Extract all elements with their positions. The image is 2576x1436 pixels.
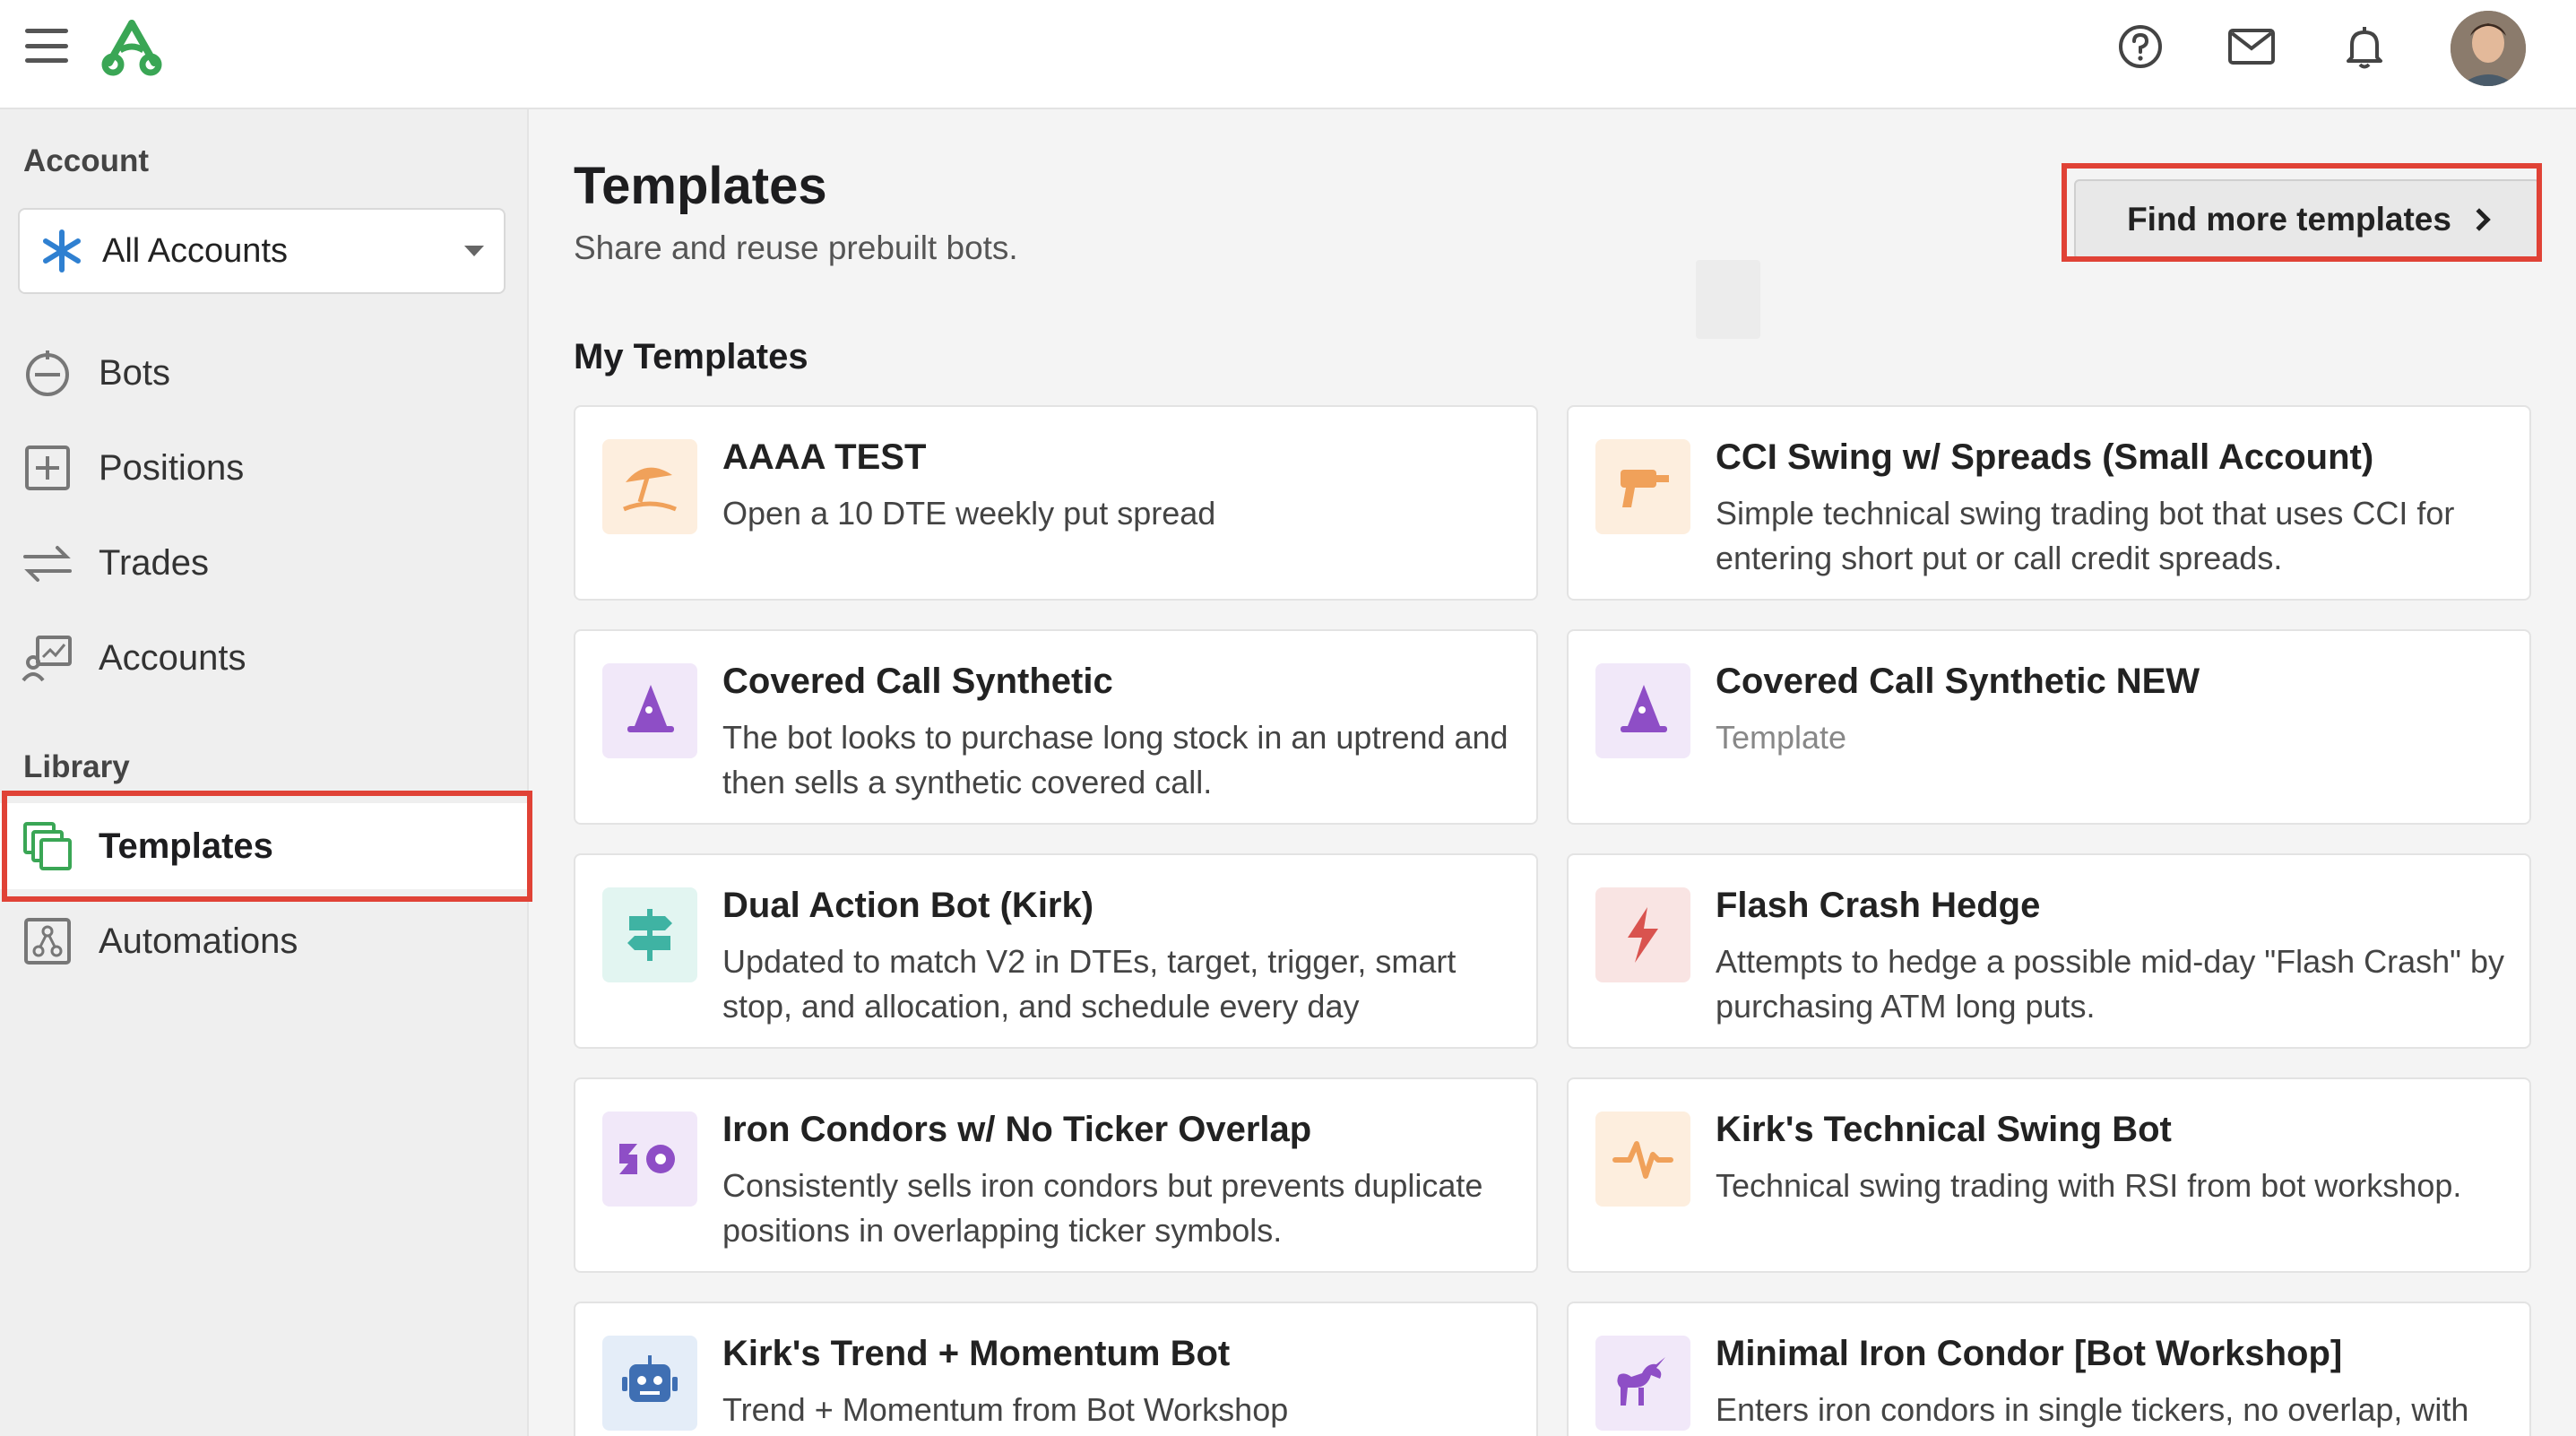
template-description: Updated to match V2 in DTEs, target, tri… [722, 943, 1457, 1025]
template-card[interactable]: Covered Call Synthetic NEW Template [1567, 629, 2531, 825]
pulse-icon [1595, 1112, 1690, 1207]
chevron-right-icon [2468, 208, 2491, 231]
sidebar-item-accounts[interactable]: Accounts [0, 615, 529, 701]
template-card[interactable]: Minimal Iron Condor [Bot Workshop] Enter… [1567, 1302, 2531, 1436]
sidebar-item-label: Accounts [99, 637, 246, 678]
exchange-arrows-icon [23, 546, 72, 582]
template-title: Iron Condors w/ No Ticker Overlap [722, 1110, 1312, 1149]
template-card[interactable]: Dual Action Bot (Kirk) Updated to match … [574, 853, 1538, 1049]
sidebar-item-label: Trades [99, 542, 210, 583]
asterisk-icon [43, 229, 81, 272]
template-card[interactable]: Flash Crash Hedge Attempts to hedge a po… [1567, 853, 2531, 1049]
wizard-hat-icon [1595, 663, 1690, 758]
automation-icon [24, 918, 71, 965]
bell-icon[interactable] [2339, 22, 2390, 72]
template-description: Template [1716, 719, 1847, 756]
template-card[interactable]: Iron Condors w/ No Ticker Overlap Consis… [574, 1077, 1538, 1273]
template-card[interactable]: AAAA TEST Open a 10 DTE weekly put sprea… [574, 405, 1538, 601]
lightning-icon [1595, 887, 1690, 982]
page-subtitle: Share and reuse prebuilt bots. [574, 229, 1018, 266]
template-title: Flash Crash Hedge [1716, 886, 2041, 925]
template-title: CCI Swing w/ Spreads (Small Account) [1716, 437, 2374, 477]
sidebar-item-label: Templates [99, 826, 273, 866]
template-description: Open a 10 DTE weekly put spread [722, 495, 1216, 532]
template-description: Attempts to hedge a possible mid-day "Fl… [1716, 943, 2504, 1025]
template-card[interactable]: Kirk's Technical Swing Bot Technical swi… [1567, 1077, 2531, 1273]
template-card[interactable]: Covered Call Synthetic The bot looks to … [574, 629, 1538, 825]
main-content: Templates Share and reuse prebuilt bots.… [531, 109, 2576, 1436]
sidebar-item-templates[interactable]: Templates [0, 803, 529, 889]
template-description: Consistently sells iron condors but prev… [722, 1167, 1483, 1249]
library-section-label: Library [23, 749, 130, 784]
template-description: Trend + Momentum from Bot Workshop [722, 1391, 1289, 1428]
account-section-label: Account [23, 143, 149, 178]
signpost-icon [602, 887, 697, 982]
template-card[interactable]: CCI Swing w/ Spreads (Small Account) Sim… [1567, 405, 2531, 601]
template-title: Kirk's Technical Swing Bot [1716, 1110, 2172, 1149]
template-description: Enters iron condors in single tickers, n… [1716, 1391, 2469, 1428]
template-title: Covered Call Synthetic [722, 662, 1113, 701]
sidebar-item-automations[interactable]: Automations [0, 898, 529, 984]
sidebar-item-label: Bots [99, 352, 171, 393]
sidebar-item-label: Automations [99, 921, 298, 961]
help-icon[interactable] [2115, 22, 2165, 72]
robot-icon [602, 1336, 697, 1431]
template-title: Dual Action Bot (Kirk) [722, 886, 1094, 925]
sidebar-item-label: Positions [99, 447, 245, 488]
mail-icon[interactable] [2226, 22, 2277, 72]
wizard-hat-icon [602, 663, 697, 758]
template-title: Covered Call Synthetic NEW [1716, 662, 2200, 701]
iron-condor-icon [602, 1112, 697, 1207]
templates-icon [23, 822, 72, 870]
sidebar-item-trades[interactable]: Trades [0, 520, 529, 606]
account-chart-icon [22, 636, 72, 682]
find-more-templates-label: Find more templates [2127, 201, 2451, 238]
power-icon [26, 350, 69, 396]
unicorn-icon [1595, 1336, 1690, 1431]
chevron-down-icon [464, 246, 484, 256]
top-bar [0, 0, 2576, 109]
find-more-templates-button[interactable]: Find more templates [2074, 179, 2540, 260]
template-description: Technical swing trading with RSI from bo… [1716, 1167, 2462, 1204]
sidebar-item-bots[interactable]: Bots [0, 330, 529, 416]
page-title: Templates [574, 157, 827, 215]
plus-square-icon [25, 446, 70, 490]
section-title: My Templates [574, 337, 808, 376]
account-select-value: All Accounts [102, 231, 288, 270]
account-select[interactable]: All Accounts [18, 208, 506, 294]
template-card[interactable]: Kirk's Trend + Momentum Bot Trend + Mome… [574, 1302, 1538, 1436]
template-title: Kirk's Trend + Momentum Bot [722, 1334, 1231, 1373]
placeholder-block [1696, 260, 1760, 339]
umbrella-beach-icon [602, 439, 697, 534]
avatar[interactable] [2451, 11, 2526, 86]
template-title: Minimal Iron Condor [Bot Workshop] [1716, 1334, 2343, 1373]
logo-icon[interactable] [97, 16, 167, 79]
drill-icon [1595, 439, 1690, 534]
template-description: The bot looks to purchase long stock in … [722, 719, 1508, 800]
template-description: Simple technical swing trading bot that … [1716, 495, 2455, 576]
sidebar-item-positions[interactable]: Positions [0, 425, 529, 511]
menu-icon[interactable] [23, 25, 70, 66]
template-title: AAAA TEST [722, 437, 927, 477]
sidebar: Account All Accounts Bots Positions Trad… [0, 109, 529, 1436]
